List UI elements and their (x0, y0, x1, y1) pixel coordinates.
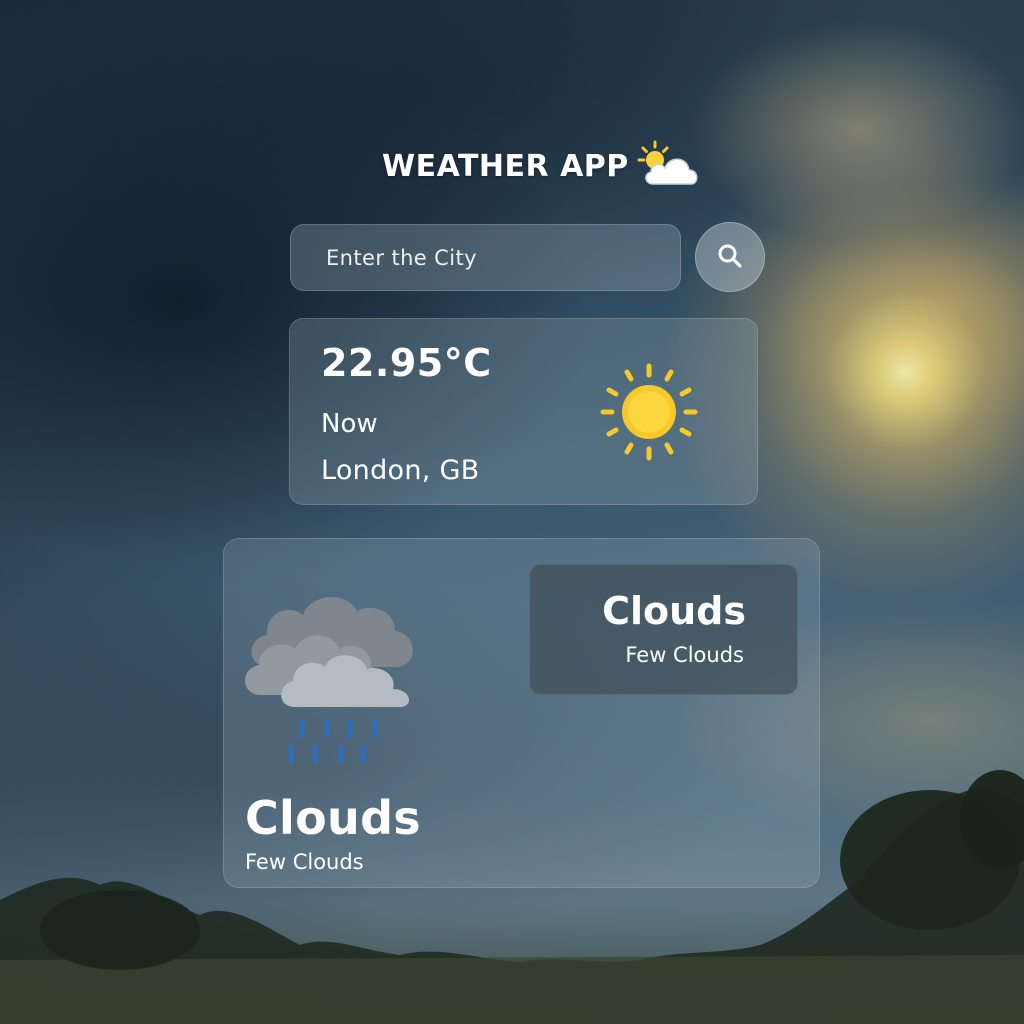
condition-description: Few Clouds (245, 850, 364, 874)
summary-condition-label: Clouds (602, 589, 746, 633)
app-header: WEATHER APP (382, 136, 703, 196)
sun-icon (600, 363, 698, 461)
city-search-input[interactable] (291, 225, 680, 290)
location-label: London, GB (321, 455, 480, 486)
app-title: WEATHER APP (382, 148, 629, 184)
time-label: Now (321, 409, 378, 439)
summary-condition-description: Few Clouds (625, 643, 744, 667)
forecast-panel: Clouds Few Clouds Clouds Few Clouds (223, 538, 820, 888)
search-box (290, 224, 681, 291)
current-weather-card: 22.95°C Now London, GB (289, 318, 758, 505)
search-icon (716, 242, 744, 273)
rain-cloud-icon (239, 577, 424, 767)
sun-behind-cloud-icon (637, 138, 703, 194)
condition-summary-card: Clouds Few Clouds (529, 564, 798, 695)
search-button[interactable] (695, 222, 765, 292)
temperature-value: 22.95°C (321, 341, 492, 385)
condition-label: Clouds (245, 791, 421, 845)
